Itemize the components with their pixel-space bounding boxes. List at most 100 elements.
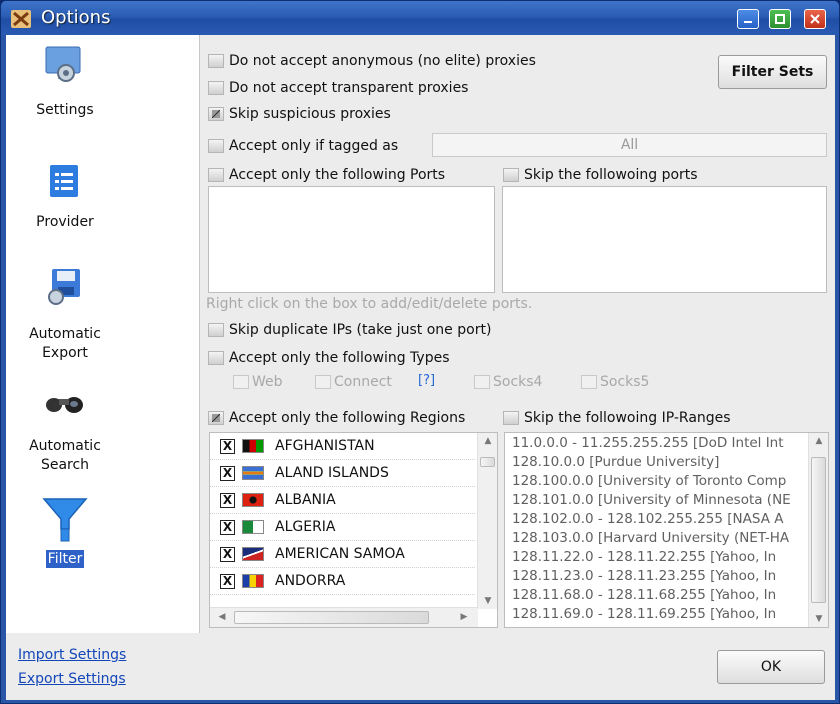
- list-item[interactable]: 128.101.0.0 [University of Minnesota (NE: [512, 492, 802, 511]
- flag-aland-islands-icon: [242, 466, 264, 480]
- list-item[interactable]: 128.11.68.0 - 128.11.68.255 [Yahoo, In: [512, 587, 802, 606]
- scroll-up-icon[interactable]: ▲: [809, 436, 828, 446]
- list-item[interactable]: 11.0.0.0 - 11.255.255.255 [DoD Intel Int: [512, 435, 802, 454]
- scroll-thumb[interactable]: [234, 611, 429, 624]
- skip-ports-box[interactable]: [502, 186, 827, 293]
- list-item[interactable]: 128.11.69.0 - 128.11.69.255 [Yahoo, In: [512, 606, 802, 625]
- flag-american-samoa-icon: [242, 547, 264, 561]
- window-title: Options: [41, 7, 111, 28]
- scroll-up-icon[interactable]: ▲: [478, 436, 497, 446]
- import-settings-link[interactable]: Import Settings: [18, 643, 126, 667]
- region-name: ALBANIA: [275, 492, 336, 508]
- list-item[interactable]: 128.102.0.0 - 128.102.255.255 [NASA A: [512, 511, 802, 530]
- client-area: Settings Provider Automatic Export Autom…: [6, 35, 835, 700]
- ip-ranges-list[interactable]: 11.0.0.0 - 11.255.255.255 [DoD Intel Int…: [504, 432, 829, 628]
- filter-sets-button[interactable]: Filter Sets: [718, 55, 827, 89]
- scroll-down-icon[interactable]: ▼: [809, 614, 828, 624]
- checkbox-box[interactable]: [208, 139, 224, 153]
- checkbox-box[interactable]: [208, 54, 224, 68]
- skip-ports-checkbox[interactable]: Skip the followoing ports: [503, 167, 698, 183]
- accept-types-label: Accept only the following Types: [229, 350, 450, 366]
- region-checkbox[interactable]: X: [220, 519, 235, 535]
- list-item[interactable]: X ANDORRA: [210, 568, 475, 595]
- scroll-thumb[interactable]: [811, 457, 826, 603]
- checkbox-box[interactable]: [503, 168, 519, 182]
- region-checkbox[interactable]: X: [220, 573, 235, 589]
- type-web-checkbox[interactable]: Web: [233, 374, 283, 390]
- sidebar-item-label: Automatic Export: [29, 326, 101, 361]
- checkbox-box[interactable]: [208, 81, 224, 95]
- close-button[interactable]: [804, 9, 826, 29]
- region-checkbox[interactable]: X: [220, 438, 235, 454]
- scroll-thumb[interactable]: [480, 457, 495, 467]
- type-socks4-checkbox[interactable]: Socks4: [474, 374, 542, 390]
- scroll-down-icon[interactable]: ▼: [478, 596, 497, 606]
- export-settings-link[interactable]: Export Settings: [18, 667, 126, 691]
- accept-regions-checkbox[interactable]: Accept only the following Regions: [208, 410, 465, 426]
- checkbox-box[interactable]: [503, 411, 519, 425]
- binoculars-icon: [46, 397, 83, 413]
- sidebar-item-label: Filter: [6, 550, 124, 569]
- no-anonymous-checkbox[interactable]: Do not accept anonymous (no elite) proxi…: [208, 53, 536, 69]
- checkbox-box[interactable]: [208, 168, 224, 182]
- maximize-button[interactable]: [769, 9, 791, 29]
- type-socks5-checkbox[interactable]: Socks5: [581, 374, 649, 390]
- checkbox-box[interactable]: [581, 375, 597, 389]
- sidebar-item-filter[interactable]: Filter: [6, 495, 200, 575]
- type-web-label: Web: [252, 374, 283, 390]
- list-item[interactable]: 128.100.0.0 [University of Toronto Comp: [512, 473, 802, 492]
- list-item[interactable]: 128.11.23.0 - 128.11.23.255 [Yahoo, In: [512, 568, 802, 587]
- checkbox-box[interactable]: [474, 375, 490, 389]
- ip-ranges-vertical-scrollbar[interactable]: ▲ ▼: [808, 433, 828, 627]
- sidebar-item-settings[interactable]: Settings: [6, 43, 200, 143]
- minimize-button[interactable]: [737, 9, 759, 29]
- list-item[interactable]: X ALBANIA: [210, 487, 475, 514]
- skip-duplicate-label: Skip duplicate IPs (take just one port): [229, 322, 492, 338]
- region-checkbox[interactable]: X: [220, 492, 235, 508]
- accept-ports-checkbox[interactable]: Accept only the following Ports: [208, 167, 445, 183]
- region-name: ALGERIA: [275, 519, 336, 535]
- skip-ip-ranges-label: Skip the followoing IP-Ranges: [524, 410, 731, 426]
- skip-duplicate-checkbox[interactable]: Skip duplicate IPs (take just one port): [208, 322, 491, 338]
- list-item[interactable]: X AMERICAN SAMOA: [210, 541, 475, 568]
- accept-ports-box[interactable]: [208, 186, 495, 293]
- accept-types-checkbox[interactable]: Accept only the following Types: [208, 350, 450, 366]
- checkbox-box[interactable]: [233, 375, 249, 389]
- scroll-right-icon[interactable]: ▶: [454, 612, 474, 622]
- type-socks4-label: Socks4: [493, 374, 543, 390]
- ok-button[interactable]: OK: [717, 650, 825, 684]
- close-icon: [810, 14, 820, 24]
- skip-ip-ranges-checkbox[interactable]: Skip the followoing IP-Ranges: [503, 410, 731, 426]
- checkbox-box[interactable]: [208, 107, 224, 121]
- flag-afghanistan-icon: [242, 439, 264, 453]
- list-item[interactable]: 128.103.0.0 [Harvard University (NET-HA: [512, 530, 802, 549]
- list-item[interactable]: X ALGERIA: [210, 514, 475, 541]
- list-item[interactable]: X ALAND ISLANDS: [210, 460, 475, 487]
- list-item[interactable]: X AFGHANISTAN: [210, 433, 475, 460]
- accept-regions-label: Accept only the following Regions: [229, 410, 466, 426]
- list-item[interactable]: 128.10.0.0 [Purdue University]: [512, 454, 802, 473]
- tagged-checkbox[interactable]: Accept only if tagged as: [208, 138, 398, 154]
- scroll-left-icon[interactable]: ◀: [212, 612, 232, 622]
- no-transparent-checkbox[interactable]: Do not accept transparent proxies: [208, 80, 468, 96]
- list-item[interactable]: 128.11.22.0 - 128.11.22.255 [Yahoo, In: [512, 549, 802, 568]
- region-checkbox[interactable]: X: [220, 546, 235, 562]
- maximize-icon: [775, 14, 785, 24]
- region-checkbox[interactable]: X: [220, 465, 235, 481]
- types-help-link[interactable]: [?]: [418, 373, 435, 388]
- regions-vertical-scrollbar[interactable]: ▲ ▼: [477, 433, 497, 609]
- checkbox-box[interactable]: [315, 375, 331, 389]
- checkbox-box[interactable]: [208, 411, 224, 425]
- regions-horizontal-scrollbar[interactable]: ◀ ▶: [210, 607, 478, 627]
- sidebar-item-automatic-export[interactable]: Automatic Export: [6, 267, 200, 367]
- regions-list[interactable]: X AFGHANISTAN X ALAND ISLANDS X ALBANIA …: [209, 432, 498, 628]
- accept-ports-label: Accept only the following Ports: [229, 167, 446, 183]
- checkbox-box[interactable]: [208, 351, 224, 365]
- type-connect-checkbox[interactable]: Connect: [315, 374, 392, 390]
- sidebar-item-provider[interactable]: Provider: [6, 157, 200, 237]
- checkbox-box[interactable]: [208, 323, 224, 337]
- skip-suspicious-checkbox[interactable]: Skip suspicious proxies: [208, 106, 391, 122]
- sidebar-item-automatic-search[interactable]: Automatic Search: [6, 389, 200, 479]
- tag-select[interactable]: All: [432, 133, 827, 157]
- title-bar[interactable]: Options: [1, 1, 839, 35]
